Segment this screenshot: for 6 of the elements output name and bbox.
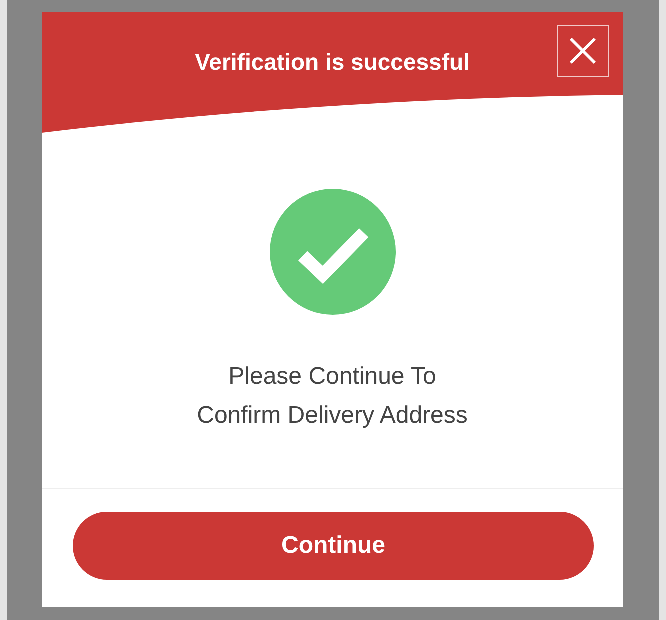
dialog-message: Please Continue To Confirm Delivery Address (197, 362, 468, 431)
close-button[interactable] (557, 25, 609, 77)
dialog-title: Verification is successful (195, 48, 470, 77)
close-icon (569, 37, 597, 65)
check-circle-icon (270, 189, 396, 315)
continue-button[interactable]: Continue (73, 512, 594, 580)
